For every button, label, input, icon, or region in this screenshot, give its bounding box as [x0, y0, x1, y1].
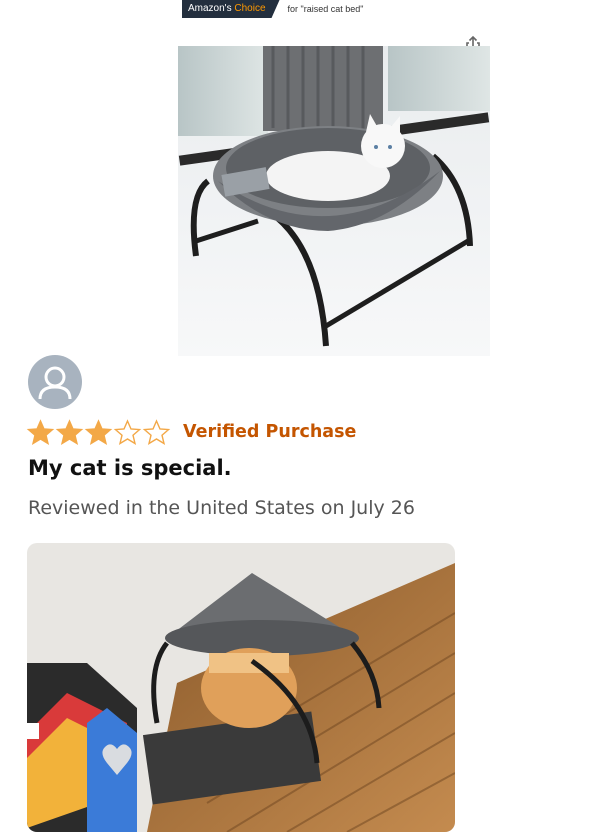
- star-filled-icon: [84, 419, 113, 445]
- review-date: Reviewed in the United States on July 26: [28, 497, 415, 519]
- star-empty-icon: [142, 419, 171, 445]
- badge-for-text: for "raised cat bed": [287, 4, 364, 14]
- star-rating[interactable]: [26, 419, 171, 445]
- rating-row: Verified Purchase: [26, 419, 356, 445]
- amazons-choice-row: Amazon's Choice for "raised cat bed": [182, 0, 363, 18]
- reviewer-avatar[interactable]: [28, 355, 82, 409]
- user-avatar-icon: [38, 366, 72, 400]
- verified-purchase-label: Verified Purchase: [183, 422, 357, 442]
- product-image[interactable]: [178, 46, 490, 356]
- star-filled-icon: [26, 419, 55, 445]
- amazons-choice-badge[interactable]: Amazon's Choice: [182, 0, 280, 18]
- review-title[interactable]: My cat is special.: [28, 456, 232, 480]
- badge-prefix: Amazon's: [188, 3, 235, 14]
- star-empty-icon: [113, 419, 142, 445]
- star-filled-icon: [55, 419, 84, 445]
- review-image[interactable]: [27, 543, 455, 832]
- badge-accent: Choice: [234, 3, 266, 14]
